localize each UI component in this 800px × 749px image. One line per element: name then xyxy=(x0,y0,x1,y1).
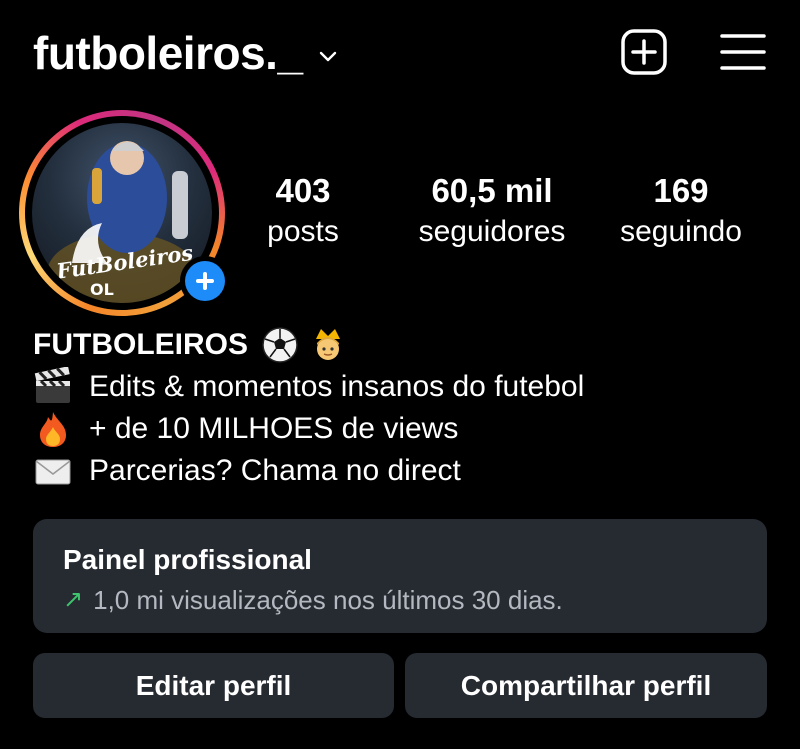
bio-line-partnerships: Parcerias? Chama no direct xyxy=(33,450,584,492)
followers-label: seguidores xyxy=(418,215,566,248)
pro-dashboard-subtitle: ↗ 1,0 mi visualizações nos últimos 30 di… xyxy=(63,583,563,617)
add-story-button[interactable] xyxy=(180,256,230,306)
stat-posts[interactable]: 403 posts xyxy=(248,172,358,254)
posts-count: 403 xyxy=(275,172,331,209)
hamburger-menu-icon[interactable] xyxy=(720,31,766,73)
profile-avatar[interactable]: FutBoleiros OL xyxy=(19,110,230,316)
soccer-ball-icon xyxy=(260,325,300,365)
bio-name-row: FUTBOLEIROS xyxy=(33,324,584,366)
arrow-up-right-icon: ↗ xyxy=(63,586,84,613)
crown-person-icon xyxy=(308,325,348,365)
envelope-icon xyxy=(33,451,73,491)
bio-line-views: + de 10 MILHOES de views xyxy=(33,408,584,450)
stat-followers[interactable]: 60,5 mil seguidores xyxy=(400,172,584,254)
stat-following[interactable]: 169 seguindo xyxy=(602,172,760,254)
fire-icon xyxy=(33,409,73,449)
account-switcher[interactable]: futboleiros._ xyxy=(33,28,339,78)
bio-text: Parcerias? Chama no direct xyxy=(89,454,461,487)
plus-circle-icon xyxy=(185,261,225,301)
username: futboleiros._ xyxy=(33,27,303,79)
chevron-down-icon xyxy=(319,51,336,62)
plus-square-icon[interactable] xyxy=(620,28,668,76)
share-profile-button[interactable]: Compartilhar perfil xyxy=(405,653,767,718)
bio-text: Edits & momentos insanos do futebol xyxy=(89,370,585,403)
posts-label: posts xyxy=(267,215,339,248)
views-summary: 1,0 mi visualizações nos últimos 30 dias… xyxy=(93,585,563,615)
following-label: seguindo xyxy=(620,215,742,248)
profile-header: futboleiros._ xyxy=(0,0,800,105)
profile-bio: FUTBOLEIROS Edits & momentos insanos do … xyxy=(33,324,584,492)
professional-dashboard[interactable]: Painel profissional ↗ 1,0 mi visualizaçõ… xyxy=(33,519,767,633)
bio-text: + de 10 MILHOES de views xyxy=(89,412,459,445)
display-name: FUTBOLEIROS xyxy=(33,328,248,361)
pro-dashboard-title: Painel profissional xyxy=(63,544,312,575)
bio-line-edits: Edits & momentos insanos do futebol xyxy=(33,366,584,408)
following-count: 169 xyxy=(653,172,709,209)
edit-profile-button[interactable]: Editar perfil xyxy=(33,653,394,718)
photo-logo-subtext: OL xyxy=(90,280,114,299)
followers-count: 60,5 mil xyxy=(431,172,553,209)
clapperboard-icon xyxy=(33,366,73,407)
